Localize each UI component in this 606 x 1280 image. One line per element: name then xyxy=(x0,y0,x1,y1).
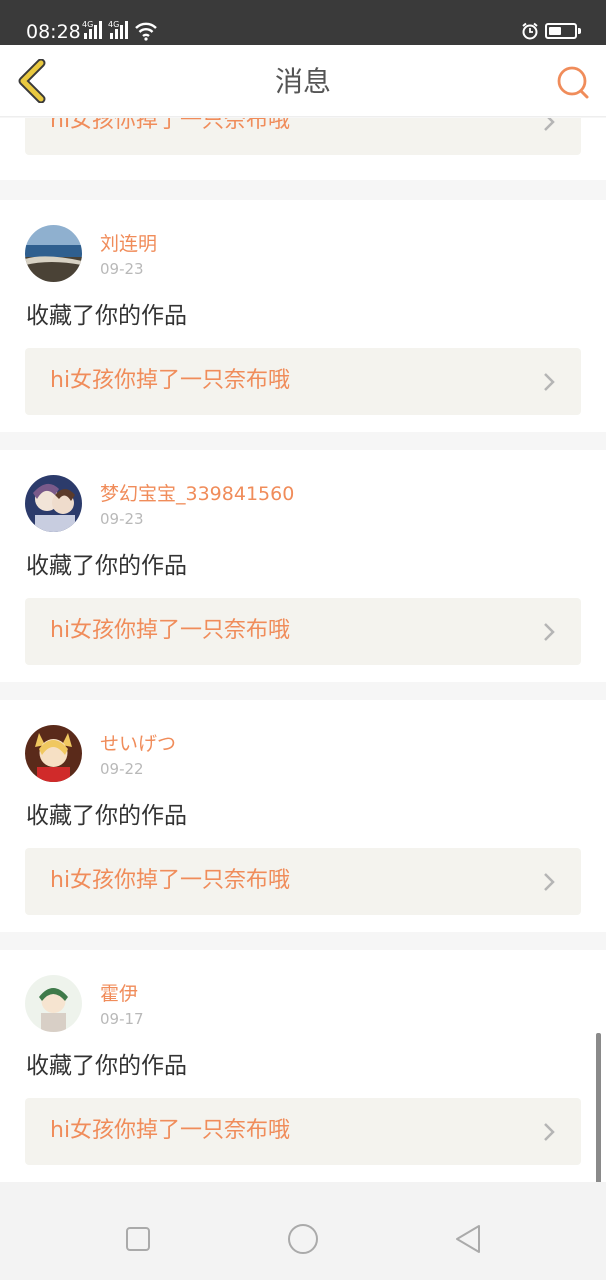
action-text: 收藏了你的作品 xyxy=(26,303,187,329)
action-text: 收藏了你的作品 xyxy=(26,1053,187,1079)
alarm-icon xyxy=(522,22,538,40)
notification-card: hi女孩你掉了一只奈布哦 xyxy=(0,118,606,180)
username[interactable]: 梦幻宝宝_339841560 xyxy=(100,482,294,506)
chevron-right-icon xyxy=(544,373,555,391)
network-type-label: 4G xyxy=(82,20,94,29)
username[interactable]: 霍伊 xyxy=(100,982,138,1006)
search-button[interactable] xyxy=(553,63,591,101)
date: 09-22 xyxy=(100,760,144,778)
notification-card: 梦幻宝宝_339841560 09-23 收藏了你的作品 hi女孩你掉了一只奈布… xyxy=(0,450,606,682)
notification-card: せいげつ 09-22 收藏了你的作品 hi女孩你掉了一只奈布哦 xyxy=(0,700,606,932)
signal-icon-2: 4G xyxy=(108,21,130,39)
work-title: hi女孩你掉了一只奈布哦 xyxy=(50,368,291,393)
date: 09-17 xyxy=(100,1010,144,1028)
work-link[interactable]: hi女孩你掉了一只奈布哦 xyxy=(25,118,581,155)
status-bar: 08:28 4G 4G xyxy=(0,0,606,45)
back-nav-button[interactable] xyxy=(451,1222,485,1256)
work-link[interactable]: hi女孩你掉了一只奈布哦 xyxy=(25,598,581,665)
message-list[interactable]: hi女孩你掉了一只奈布哦 刘连明 09-23 收藏了你的作品 hi女孩你掉了一只… xyxy=(0,118,606,1182)
chevron-right-icon xyxy=(544,1123,555,1141)
recent-apps-button[interactable] xyxy=(121,1222,155,1256)
action-text: 收藏了你的作品 xyxy=(26,803,187,829)
page-title: 消息 xyxy=(274,65,331,98)
work-title: hi女孩你掉了一只奈布哦 xyxy=(50,118,291,133)
username[interactable]: せいげつ xyxy=(100,732,176,756)
notification-card: 刘连明 09-23 收藏了你的作品 hi女孩你掉了一只奈布哦 xyxy=(0,200,606,432)
network-type-label-2: 4G xyxy=(108,20,120,29)
app-header: 消息 xyxy=(0,45,606,117)
system-nav-bar xyxy=(0,1182,606,1280)
chevron-right-icon xyxy=(544,873,555,891)
avatar[interactable] xyxy=(25,725,82,782)
avatar-image xyxy=(25,975,82,1032)
wifi-icon xyxy=(135,22,157,41)
battery-icon xyxy=(545,23,581,39)
notification-card: 霍伊 09-17 收藏了你的作品 hi女孩你掉了一只奈布哦 xyxy=(0,950,606,1182)
work-title: hi女孩你掉了一只奈布哦 xyxy=(50,618,291,643)
avatar-image xyxy=(25,475,82,532)
work-title: hi女孩你掉了一只奈布哦 xyxy=(50,868,291,893)
action-text: 收藏了你的作品 xyxy=(26,553,187,579)
work-link[interactable]: hi女孩你掉了一只奈布哦 xyxy=(25,1098,581,1165)
chevron-right-icon xyxy=(544,623,555,641)
avatar[interactable] xyxy=(25,975,82,1032)
scrollbar[interactable] xyxy=(596,1033,601,1195)
signal-icon: 4G xyxy=(82,21,104,39)
avatar[interactable] xyxy=(25,225,82,282)
status-time: 08:28 xyxy=(26,21,81,43)
work-title: hi女孩你掉了一只奈布哦 xyxy=(50,1118,291,1143)
avatar[interactable] xyxy=(25,475,82,532)
work-link[interactable]: hi女孩你掉了一只奈布哦 xyxy=(25,348,581,415)
date: 09-23 xyxy=(100,260,144,278)
avatar-image xyxy=(25,225,82,282)
chevron-right-icon xyxy=(544,118,555,131)
home-button[interactable] xyxy=(286,1222,320,1256)
avatar-image xyxy=(25,725,82,782)
username[interactable]: 刘连明 xyxy=(100,232,157,256)
work-link[interactable]: hi女孩你掉了一只奈布哦 xyxy=(25,848,581,915)
date: 09-23 xyxy=(100,510,144,528)
